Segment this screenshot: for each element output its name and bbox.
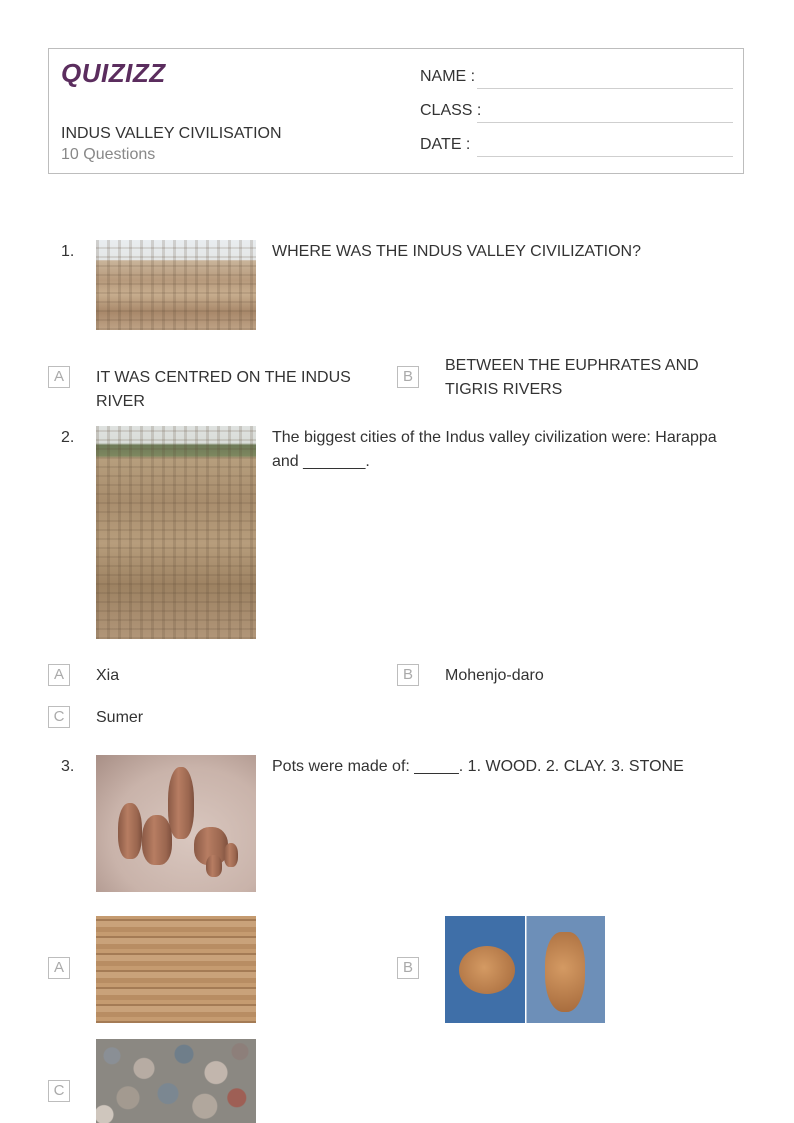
question-text: WHERE WAS THE INDUS VALLEY CIVILIZATION?	[272, 243, 641, 260]
name-line[interactable]	[477, 88, 733, 89]
mohenjo-daro-image	[96, 426, 256, 639]
wood-planks-image[interactable]	[96, 916, 256, 1023]
option-text[interactable]: Mohenjo-daro	[445, 664, 544, 688]
pebbles-image[interactable]	[96, 1039, 256, 1123]
question-number: 1.	[61, 243, 75, 260]
class-line[interactable]	[477, 122, 733, 123]
option-text[interactable]: IT WAS CENTRED ON THE INDUS RIVER	[96, 366, 396, 414]
option-letter[interactable]: C	[48, 1080, 70, 1102]
option-text[interactable]: Sumer	[96, 706, 143, 730]
question-text: The biggest cities of the Indus valley c…	[272, 429, 717, 470]
date-label: DATE :	[420, 136, 471, 153]
option-letter[interactable]: A	[48, 366, 70, 388]
option-text[interactable]: BETWEEN THE EUPHRATES AND TIGRIS RIVERS	[445, 354, 750, 402]
question-number: 3.	[61, 758, 75, 775]
option-letter[interactable]: C	[48, 706, 70, 728]
option-letter[interactable]: B	[397, 957, 419, 979]
question-number: 2.	[61, 429, 75, 446]
option-letter[interactable]: A	[48, 664, 70, 686]
worksheet-title: INDUS VALLEY CIVILISATION	[61, 125, 282, 142]
class-label: CLASS :	[420, 102, 482, 119]
indus-ruins-image	[96, 240, 256, 330]
worksheet-question-count: 10 Questions	[61, 146, 156, 163]
option-letter[interactable]: B	[397, 664, 419, 686]
option-text[interactable]: Xia	[96, 664, 119, 688]
date-line[interactable]	[477, 156, 733, 157]
name-label: NAME :	[420, 68, 476, 85]
quizizz-logo: QUIZIZZ	[61, 58, 166, 88]
option-letter[interactable]: A	[48, 957, 70, 979]
option-letter[interactable]: B	[397, 366, 419, 388]
clay-pots-image	[96, 755, 256, 892]
pottery-making-image[interactable]	[445, 916, 605, 1023]
question-text: Pots were made of: _____. 1. WOOD. 2. CL…	[272, 758, 684, 775]
